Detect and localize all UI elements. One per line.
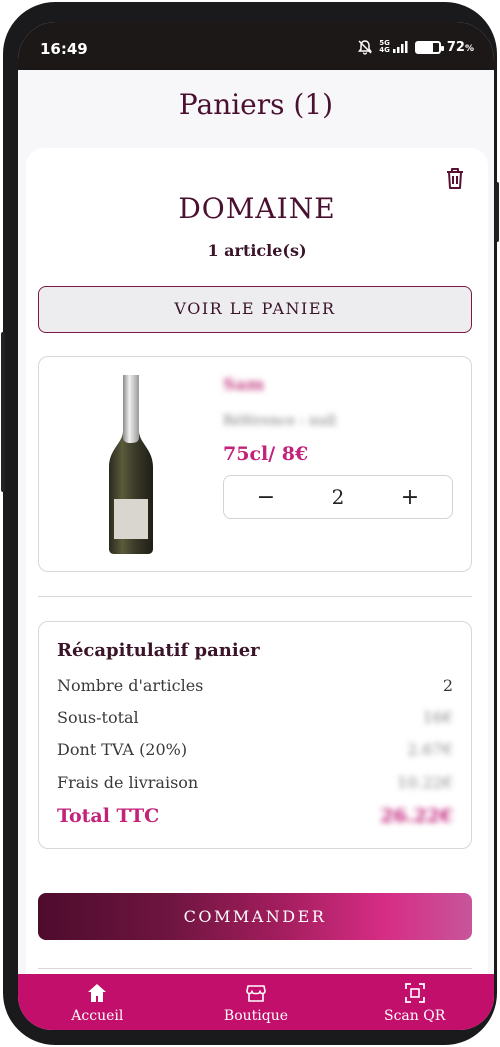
nav-item-shop[interactable]: Boutique <box>196 974 316 1030</box>
trash-icon[interactable] <box>444 166 466 190</box>
status-icons: 5G 4G 72% <box>357 39 474 55</box>
summary-row-total: Total TTC 26.22€ <box>57 805 453 827</box>
quantity-value: 2 <box>331 485 345 509</box>
cart-card: DOMAINE 1 article(s) VOIR LE PANIER Sam … <box>26 148 488 998</box>
signal-icon <box>392 41 409 53</box>
status-bar: 16:49 5G 4G 72% <box>18 22 494 70</box>
order-button[interactable]: COMMANDER <box>38 893 472 940</box>
nav-label-home: Accueil <box>71 1008 124 1024</box>
phone-frame: 16:49 5G 4G 72% Paniers (1) DOMAINE 1 ar… <box>1 2 499 1045</box>
battery-value: 72 <box>446 39 465 55</box>
product-price: 75cl/ 8€ <box>223 443 309 465</box>
summary-value: 16€ <box>422 708 453 727</box>
quantity-stepper: − 2 + <box>223 475 453 519</box>
network-type: 5G 4G <box>379 40 390 54</box>
product-item: Sam Référence : null 75cl/ 8€ − 2 + <box>38 356 472 572</box>
scan-qr-icon <box>404 982 426 1004</box>
article-count: 1 article(s) <box>207 241 307 260</box>
side-button <box>495 182 499 242</box>
summary-label: Nombre d'articles <box>57 676 204 695</box>
page-title: Paniers (1) <box>178 88 334 121</box>
battery-unit: % <box>464 43 474 54</box>
nav-label-shop: Boutique <box>223 1008 289 1024</box>
network-4g: 4G <box>379 46 390 54</box>
nav-item-home[interactable]: Accueil <box>37 974 157 1030</box>
summary-title: Récapitulatif panier <box>57 640 260 661</box>
total-value: 26.22€ <box>380 805 453 827</box>
shop-icon <box>245 982 267 1004</box>
summary-row-vat: Dont TVA (20%) 2.67€ <box>57 740 453 759</box>
screen: 16:49 5G 4G 72% Paniers (1) DOMAINE 1 ar… <box>18 22 494 1030</box>
increase-quantity-button[interactable]: + <box>368 485 452 510</box>
battery-fill <box>416 42 433 52</box>
summary-row-article-count: Nombre d'articles 2 <box>57 676 453 695</box>
status-time: 16:49 <box>40 40 88 58</box>
summary-value: 2.67€ <box>407 740 453 759</box>
cart-summary: Récapitulatif panier Nombre d'articles 2… <box>38 621 472 849</box>
summary-label: Dont TVA (20%) <box>57 740 188 759</box>
battery-icon <box>414 40 444 54</box>
summary-label: Sous-total <box>57 708 139 727</box>
summary-row-shipping: Frais de livraison 10.22€ <box>57 773 453 792</box>
bell-off-icon <box>357 39 373 55</box>
decrease-quantity-button[interactable]: − <box>224 485 308 510</box>
battery-percent: 72% <box>447 40 474 55</box>
summary-label: Frais de livraison <box>57 773 199 792</box>
summary-value: 2 <box>442 676 453 695</box>
view-cart-button[interactable]: VOIR LE PANIER <box>38 286 472 333</box>
nav-item-scan-qr[interactable]: Scan QR <box>355 974 475 1030</box>
product-name[interactable]: Sam <box>223 375 264 395</box>
nav-label-scan-qr: Scan QR <box>384 1008 446 1024</box>
summary-row-subtotal: Sous-total 16€ <box>57 708 453 727</box>
product-reference: Référence : null <box>223 413 337 429</box>
volume-button <box>1 332 5 492</box>
divider <box>38 596 472 597</box>
home-icon <box>86 982 108 1004</box>
bottom-nav: Accueil Boutique Scan QR <box>18 974 494 1030</box>
summary-value: 10.22€ <box>397 773 453 792</box>
domain-name: DOMAINE <box>178 192 336 225</box>
total-label: Total TTC <box>57 805 160 827</box>
divider <box>38 968 472 969</box>
wine-bottle-image <box>105 373 157 555</box>
